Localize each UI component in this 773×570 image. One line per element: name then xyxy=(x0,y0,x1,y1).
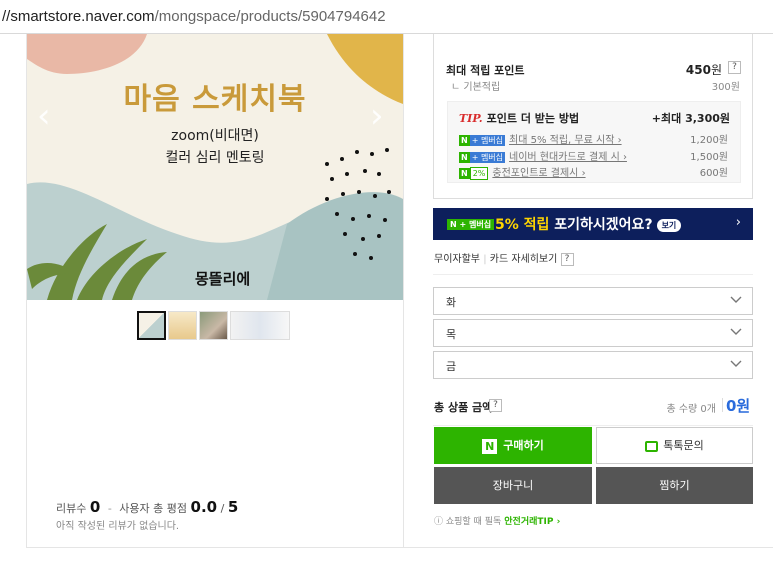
total-price-label: 총 상품 금액 xyxy=(434,401,493,414)
points-base-value: 300원 xyxy=(711,82,740,93)
review-summary: 리뷰수 0 - 사용자 총 평점 0.0 / 5 xyxy=(56,498,239,516)
naver-n-icon: N xyxy=(459,151,470,163)
tip-row: N + 멤버십 네이버 현대카드로 결제 시 › xyxy=(459,151,627,163)
chevron-right-icon: › xyxy=(735,215,741,230)
thumbnail-1[interactable] xyxy=(137,311,166,340)
total-price: 0원 xyxy=(726,397,751,415)
naver-n-icon: N xyxy=(482,438,498,454)
option-select-thu[interactable]: 목 xyxy=(433,319,753,347)
installment-link[interactable]: 무이자할부 xyxy=(434,254,480,265)
safe-deal-link[interactable]: 안전거래TIP › xyxy=(504,517,560,527)
safe-deal-notice: ⓘ 쇼핑할 때 필독 안전거래TIP › xyxy=(434,517,561,527)
card-benefit-link[interactable]: 카드 자세히보기 xyxy=(490,254,558,265)
points-title: 최대 적립 포인트 xyxy=(446,64,525,77)
chat-icon xyxy=(645,440,659,452)
review-score: 0.0 xyxy=(190,498,218,516)
points-base-label: ㄴ 기본적립 xyxy=(451,82,501,93)
chevron-down-icon xyxy=(730,328,742,335)
divider xyxy=(433,274,753,275)
buy-button[interactable]: N 구매하기 xyxy=(434,427,592,464)
tip-max-points: +최대 3,300원 xyxy=(651,112,730,125)
thumbnail-2[interactable] xyxy=(168,311,197,340)
chevron-down-icon xyxy=(730,360,742,367)
card-links: 무이자할부 | 카드 자세히보기 ? xyxy=(434,250,574,266)
wishlist-button[interactable]: 찜하기 xyxy=(596,467,753,504)
tip-amount: 1,200원 xyxy=(690,135,728,146)
review-empty-text: 아직 작성된 리뷰가 없습니다. xyxy=(56,521,180,532)
banner-text: 5% 적립 포기하시겠어요? 보기 xyxy=(495,214,682,234)
cart-button[interactable]: 장바구니 xyxy=(434,467,592,504)
column-divider xyxy=(403,34,404,548)
tip-link[interactable]: 네이버 현대카드로 결제 시 › xyxy=(509,152,627,163)
browser-address-bar[interactable]: //smartstore.naver.com/mongspace/product… xyxy=(0,0,773,34)
tip-row: N 2% 충전포인트로 결제시 › xyxy=(459,166,586,180)
next-image-arrow-icon[interactable]: › xyxy=(370,96,384,136)
membership-banner[interactable]: N + 멤버십 5% 적립 포기하시겠어요? 보기 › xyxy=(433,208,753,240)
tip-link[interactable]: 충전포인트로 결제시 › xyxy=(492,168,585,179)
divider xyxy=(722,398,723,412)
divider xyxy=(433,425,753,426)
points-value: 450원 xyxy=(685,63,722,77)
tip-amount: 1,500원 xyxy=(690,152,728,163)
card-help-icon[interactable]: ? xyxy=(560,252,574,266)
product-image-brand: 몽뜰리에 xyxy=(195,270,251,288)
naver-membership-icon: N + 멤버십 xyxy=(447,219,495,230)
prev-image-arrow-icon[interactable]: ‹ xyxy=(37,96,51,136)
thumbnail-4[interactable] xyxy=(230,311,290,340)
url-text[interactable]: //smartstore.naver.com/mongspace/product… xyxy=(2,8,386,25)
option-select-tue[interactable]: 화 xyxy=(433,287,753,315)
tip-amount: 600원 xyxy=(699,168,728,179)
product-image-subtitle: zoom(비대면) xyxy=(171,128,259,144)
total-quantity: 총 수량 0개 xyxy=(666,404,716,415)
tip-title: TIP. 포인트 더 받는 방법 xyxy=(459,112,580,125)
talktalk-inquiry-button[interactable]: 톡톡문의 xyxy=(596,427,753,464)
product-image-title: 마음 스케치북 xyxy=(123,82,307,117)
review-count: 0 xyxy=(89,498,101,516)
tip-row: N + 멤버십 최대 5% 적립, 무료 시작 › xyxy=(459,134,622,146)
points-help-icon[interactable]: ? xyxy=(728,61,741,74)
thumbnail-3[interactable] xyxy=(199,311,228,340)
naver-n-icon: N xyxy=(459,134,470,146)
total-help-icon[interactable]: ? xyxy=(489,399,502,412)
naver-n-icon: N xyxy=(459,167,470,179)
product-main-image: 마음 스케치북 zoom(비대면) 컬러 심리 멘토링 몽뜰리에 ‹ › xyxy=(27,34,403,300)
product-image-subtitle-2: 컬러 심리 멘토링 xyxy=(165,150,265,166)
tip-link[interactable]: 최대 5% 적립, 무료 시작 › xyxy=(509,135,622,146)
option-select-fri[interactable]: 금 xyxy=(433,351,753,379)
chevron-down-icon xyxy=(730,296,742,303)
